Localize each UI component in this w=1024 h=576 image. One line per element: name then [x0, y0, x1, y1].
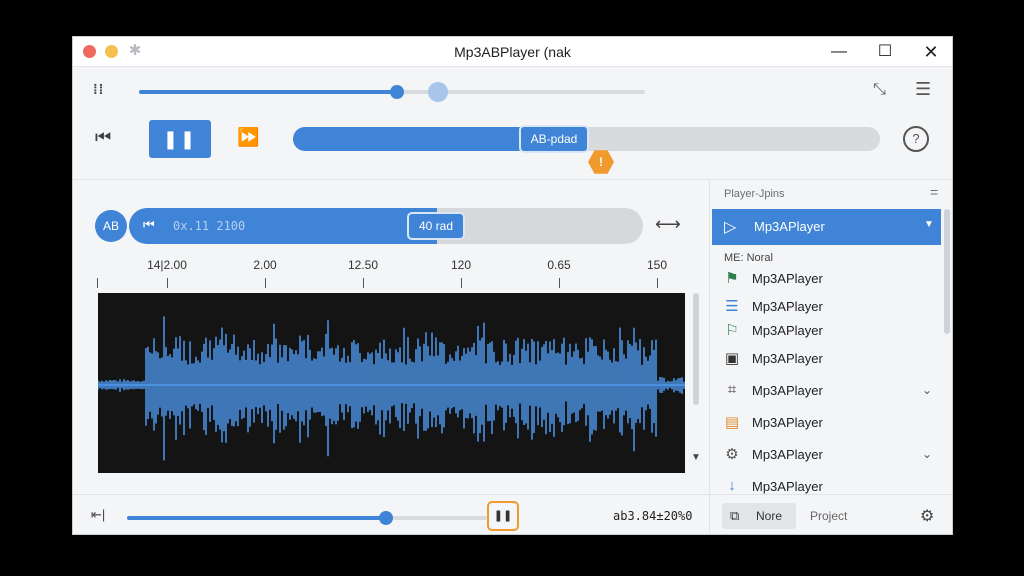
sidebar-item-label: Mp3APlayer — [752, 271, 823, 286]
sidebar-header: Player-Jpins — [724, 188, 785, 200]
sidebar-item-label: Mp3APlayer — [752, 479, 823, 494]
sidebar-item-label: Mp3APlayer — [752, 447, 823, 462]
ruler-tick — [265, 278, 266, 288]
ab-range-fill — [293, 127, 552, 151]
waveform-panel: AB ⏮ 0x.11 2100 40 rad ⟷ 14|2.00 2.00 12.5… — [73, 180, 709, 534]
sidebar: Player-Jpins = ▷ Mp3APlayer ▼ ME: Noral … — [709, 180, 952, 534]
chevron-down-icon[interactable]: ▼ — [924, 219, 934, 230]
collapse-icon[interactable]: ⤡ — [873, 81, 886, 99]
play-file-icon: ▷ — [724, 219, 737, 236]
go-to-start-icon[interactable]: ⇤| — [91, 507, 105, 523]
expand-horizontal-icon[interactable]: ⟷ — [655, 214, 681, 235]
sidebar-item-label: Mp3APlayer — [752, 383, 823, 398]
sidebar-item[interactable]: ▤ Mp3APlayer — [710, 411, 941, 435]
sidebar-item[interactable]: ⚐ Mp3APlayer — [710, 319, 941, 343]
window-title: Mp3ABPlayer (nak — [454, 44, 571, 60]
loop-start-icon[interactable]: ⏮ — [143, 217, 155, 233]
sidebar-footer: ⧉ Nore Project ⚙ — [710, 494, 952, 534]
play-pause-button[interactable]: ❚❚ — [149, 120, 211, 158]
sidebar-item-label: Mp3APlayer — [752, 299, 823, 314]
ruler-label: 2.00 — [253, 258, 277, 272]
ruler-tick — [97, 278, 98, 288]
position-slider-fill — [139, 90, 398, 94]
loop-slider[interactable]: ⏮ 0x.11 2100 40 rad — [129, 208, 643, 244]
sidebar-sub-label: ME: Noral — [724, 252, 773, 264]
ruler-tick — [559, 278, 560, 288]
sidebar-menu-icon[interactable]: = — [930, 184, 938, 200]
position-slider[interactable] — [139, 82, 645, 102]
chevron-down-icon[interactable]: ⌄ — [922, 447, 932, 461]
sidebar-item-label: Mp3APlayer — [752, 351, 823, 366]
ruler-label: 120 — [450, 258, 472, 272]
sidebar-item[interactable]: ⌗ Mp3APlayer ⌄ — [710, 379, 941, 403]
ruler-tick — [461, 278, 462, 288]
gear-icon: ⚙ — [725, 446, 739, 463]
fast-forward-button[interactable]: ⏩ — [237, 127, 259, 148]
sidebar-selected-item[interactable]: ▷ Mp3APlayer ▼ — [712, 209, 941, 245]
bottom-bar: ⇤| ❚❚ ab3.84±20%0 — [73, 494, 709, 534]
maximize-button[interactable]: ☐ — [873, 40, 897, 64]
time-ruler: 14|2.00 2.00 12.50 120 0.65 150 — [97, 258, 687, 288]
position-slider-hover-knob — [427, 82, 448, 102]
window-icon: ▣ — [724, 350, 740, 367]
previous-button[interactable]: ⏮ — [95, 127, 111, 148]
ruler-label: 14|2.00 — [147, 258, 187, 272]
menu-icon[interactable]: ☰ — [915, 79, 931, 100]
folder-icon: ⧉ — [730, 508, 740, 523]
time-readout: ab3.84±20%0 — [613, 509, 693, 523]
ab-badge[interactable]: AB — [95, 210, 127, 242]
ab-range-slider[interactable]: AB-pdad ! — [293, 125, 880, 174]
sidebar-item-label: Mp3APlayer — [752, 323, 823, 338]
arrow-down-icon: ↓ — [728, 477, 736, 494]
sidebar-selected-label: Mp3APlayer — [754, 219, 825, 234]
loop-time: 0x.11 2100 — [173, 219, 246, 233]
tab-nore[interactable]: ⧉ Nore — [722, 503, 796, 529]
bottom-seek-slider[interactable] — [127, 511, 487, 525]
ruler-tick — [657, 278, 658, 288]
position-slider-knob[interactable] — [390, 85, 405, 99]
chevron-down-icon[interactable]: ⌄ — [922, 383, 932, 397]
tab-nore-label: Nore — [756, 509, 783, 523]
pause-button[interactable]: ❚❚ — [487, 501, 519, 531]
minimize-button[interactable]: — — [827, 40, 851, 64]
ruler-tick — [167, 278, 168, 288]
drag-handle-icon[interactable]: ⁞⁞ — [93, 81, 104, 97]
warning-hex-icon[interactable]: ! — [588, 150, 614, 174]
flag-icon: ⚑ — [725, 270, 739, 287]
settings-gear-icon[interactable]: ⚙ — [920, 506, 934, 526]
ruler-label: 150 — [646, 258, 668, 272]
ab-marker-button[interactable]: AB-pdad — [519, 125, 589, 153]
title-bar: ✱ Mp3ABPlayer (nak — ☐ ✕ — [73, 37, 952, 67]
ruler-label: 0.65 — [547, 258, 571, 272]
flag-outline-icon: ⚐ — [725, 322, 739, 339]
tab-project[interactable]: Project — [810, 509, 847, 523]
bottom-seek-fill — [127, 516, 387, 520]
vertical-scrollbar[interactable] — [693, 293, 699, 405]
sidebar-item[interactable]: ▣ Mp3APlayer — [710, 347, 941, 371]
sidebar-scrollbar[interactable] — [944, 209, 950, 334]
ruler-tick — [363, 278, 364, 288]
bottom-seek-knob[interactable] — [379, 511, 394, 525]
app-window: ✱ Mp3ABPlayer (nak — ☐ ✕ ⁞⁞ ⤡ ☰ ⏮ ❚❚ ⏩ A… — [72, 36, 953, 535]
sidebar-item[interactable]: ⚑ Mp3APlayer — [710, 267, 941, 291]
help-button[interactable]: ? — [903, 126, 929, 152]
ruler-label: 12.50 — [347, 258, 379, 272]
waveform-display[interactable] — [98, 293, 685, 473]
loop-marker-button[interactable]: 40 rad — [407, 212, 465, 240]
scroll-down-icon[interactable]: ▼ — [691, 452, 701, 463]
close-button[interactable]: ✕ — [919, 40, 943, 64]
sidebar-item-label: Mp3APlayer — [752, 415, 823, 430]
sidebar-item[interactable]: ☰ Mp3APlayer — [710, 295, 941, 319]
sidebar-item[interactable]: ⚙ Mp3APlayer ⌄ — [710, 443, 941, 467]
crop-icon: ⌗ — [727, 381, 737, 398]
bars-icon: ▤ — [724, 414, 740, 431]
list-icon: ☰ — [725, 298, 739, 315]
